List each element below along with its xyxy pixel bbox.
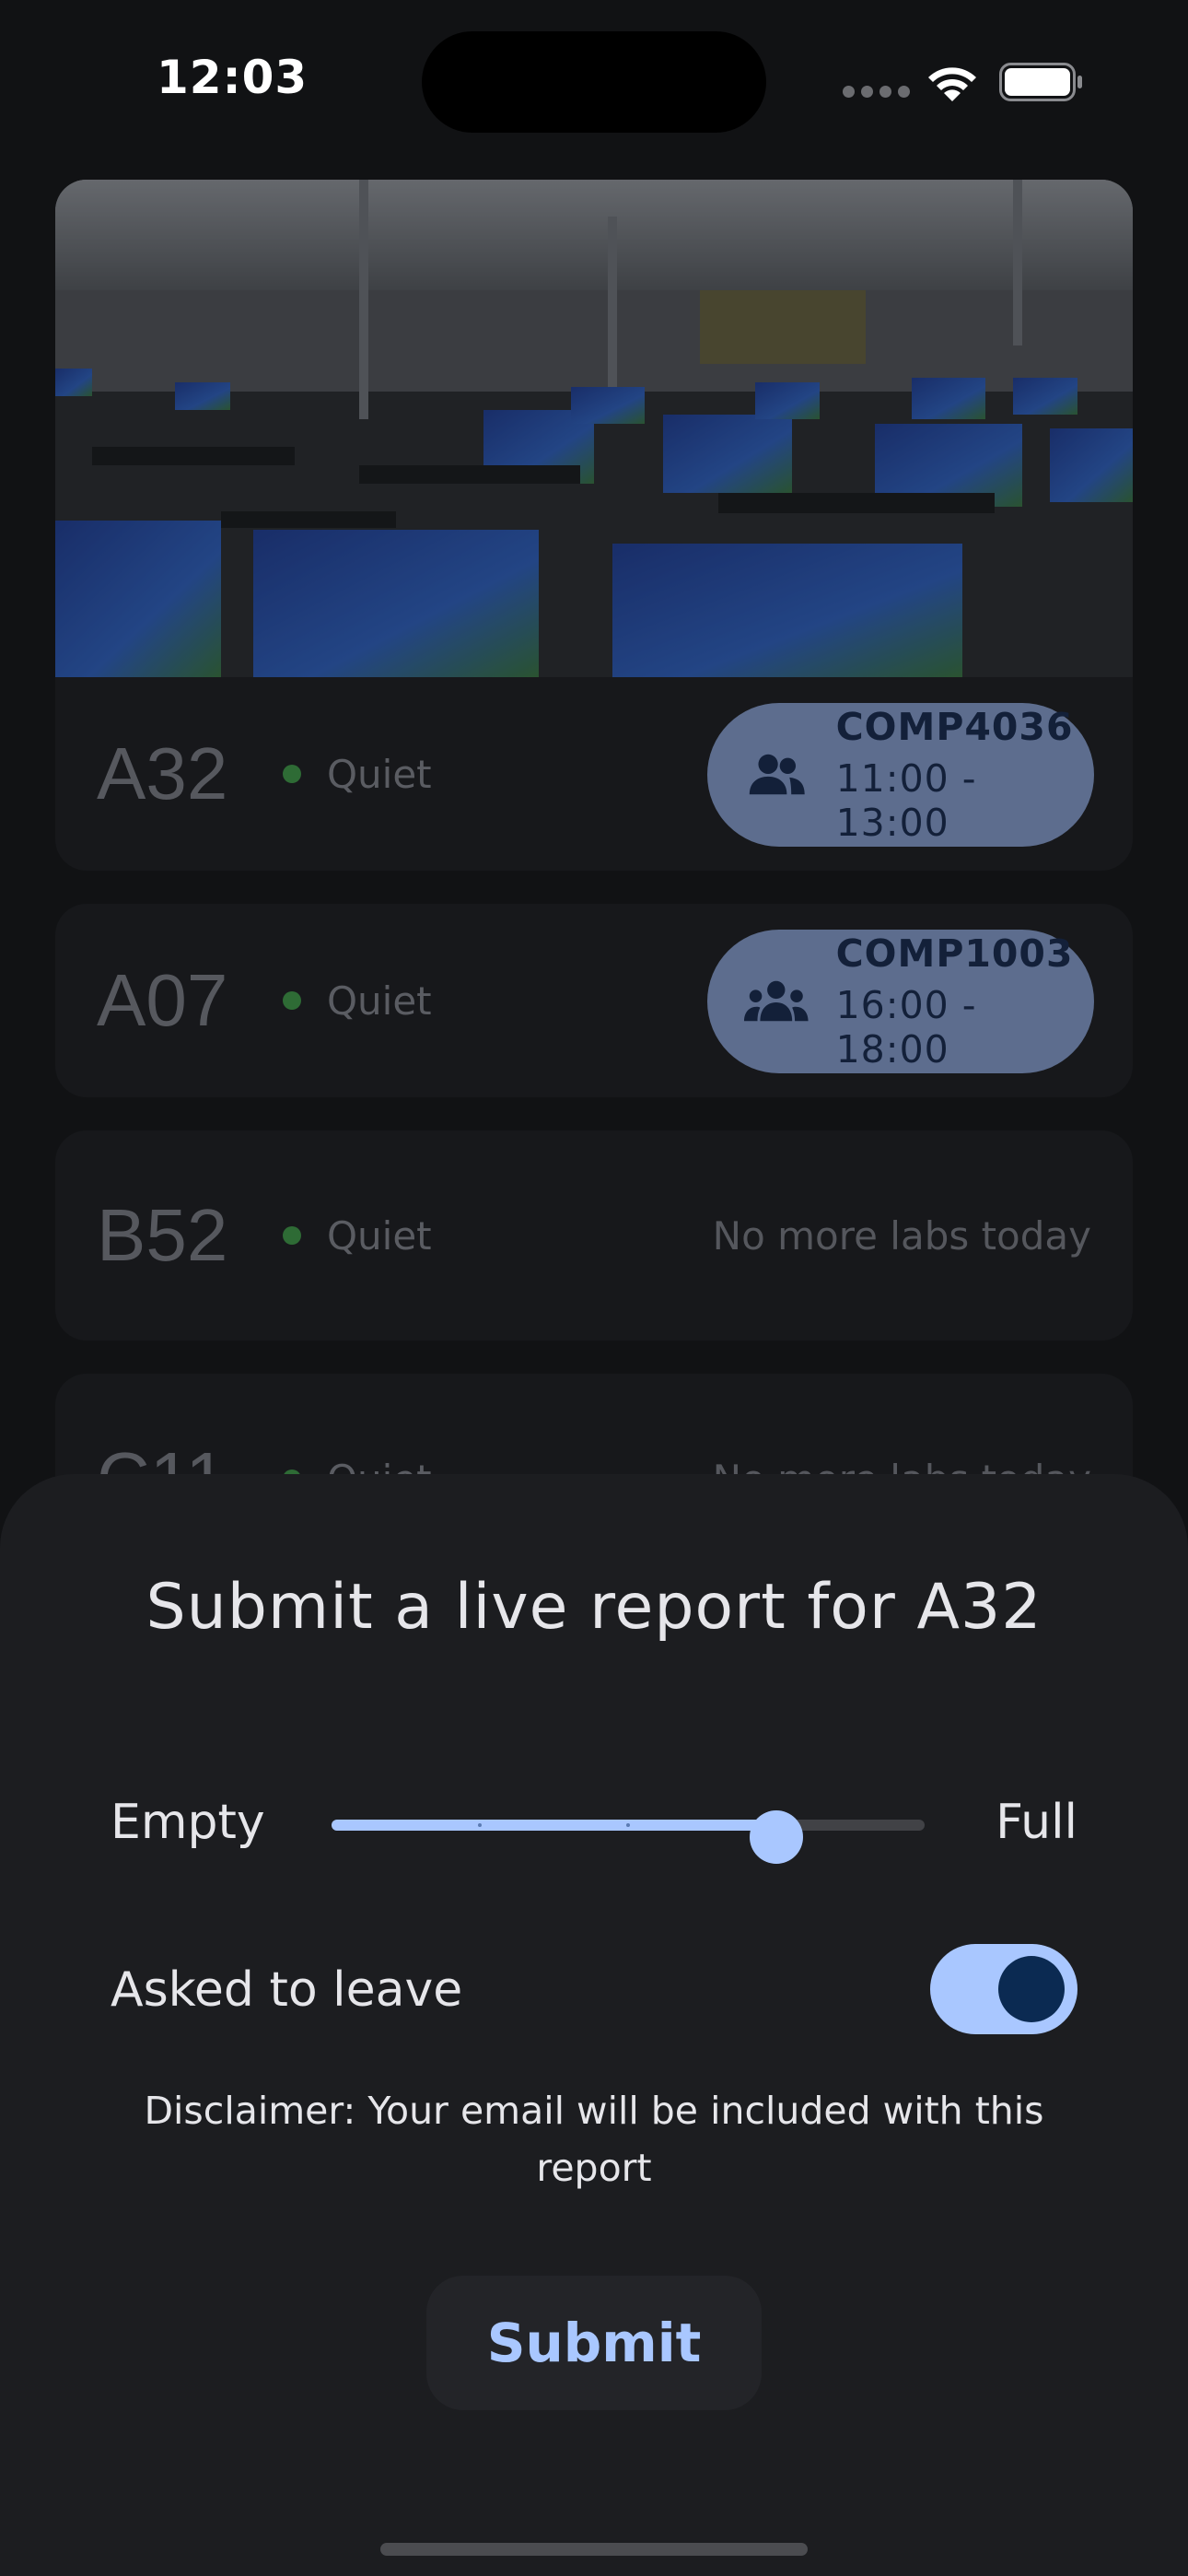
report-bottom-sheet: Submit a live report for A32 Empty Full …: [0, 1474, 1188, 2576]
asked-to-leave-toggle[interactable]: [930, 1944, 1077, 2034]
app-screen: 12:03 A32 Quiet COMP4036 11:00 - 13:00 A…: [0, 0, 1188, 2576]
home-indicator: [380, 2543, 808, 2556]
course-code: COMP1003: [835, 931, 1074, 976]
room-name: B52: [97, 1194, 228, 1276]
battery-icon: [999, 63, 1082, 101]
room-card[interactable]: B52 Quiet No more labs today: [55, 1130, 1133, 1341]
toggle-knob: [998, 1956, 1065, 2022]
room-photo: [55, 180, 1133, 677]
groups-icon: [744, 980, 809, 1022]
no-labs-note: No more labs today: [712, 1212, 1091, 1259]
room-card[interactable]: A32 Quiet COMP4036 11:00 - 13:00: [55, 677, 1133, 871]
sheet-title: Submit a live report for A32: [146, 1571, 1042, 1644]
slider-active-track: [332, 1820, 776, 1831]
status-dot: [283, 991, 301, 1010]
wifi-icon: [928, 67, 976, 101]
occupancy-status: Quiet: [327, 978, 432, 1024]
booking-chip[interactable]: COMP4036 11:00 - 13:00: [707, 703, 1094, 847]
slider-thumb[interactable]: [750, 1810, 803, 1864]
slider-max-label: Full: [996, 1795, 1077, 1850]
room-card[interactable]: A07 Quiet COMP1003 16:00 - 18:00: [55, 904, 1133, 1097]
dynamic-island: [422, 31, 766, 133]
occupancy-slider-row: Empty Full: [111, 1787, 1077, 1864]
room-name: A07: [97, 959, 228, 1041]
status-time: 12:03: [157, 51, 309, 104]
room-list: A32 Quiet COMP4036 11:00 - 13:00 A07 Qui…: [55, 180, 1133, 1584]
booking-time: 16:00 - 18:00: [835, 983, 977, 1071]
status-bar: 12:03: [0, 0, 1188, 166]
asked-to-leave-row: Asked to leave: [111, 1944, 1077, 2036]
booking-chip[interactable]: COMP1003 16:00 - 18:00: [707, 930, 1094, 1073]
submit-button[interactable]: Submit: [426, 2276, 762, 2410]
status-dot: [283, 1226, 301, 1245]
occupancy-status: Quiet: [327, 751, 432, 797]
disclaimer-text: Disclaimer: Your email will be included …: [144, 2089, 1044, 2190]
occupancy-status: Quiet: [327, 1212, 432, 1259]
status-dot: [283, 765, 301, 783]
booking-time: 11:00 - 13:00: [835, 756, 977, 845]
slider-step-tick: [626, 1823, 630, 1827]
group-icon: [749, 754, 805, 795]
course-code: COMP4036: [835, 705, 1074, 749]
toggle-label: Asked to leave: [111, 1962, 463, 2018]
slider-step-tick: [478, 1823, 482, 1827]
occupancy-slider[interactable]: [332, 1810, 925, 1864]
cellular-signal-icon: [843, 86, 910, 98]
slider-min-label: Empty: [111, 1795, 265, 1850]
room-name: A32: [97, 732, 228, 814]
